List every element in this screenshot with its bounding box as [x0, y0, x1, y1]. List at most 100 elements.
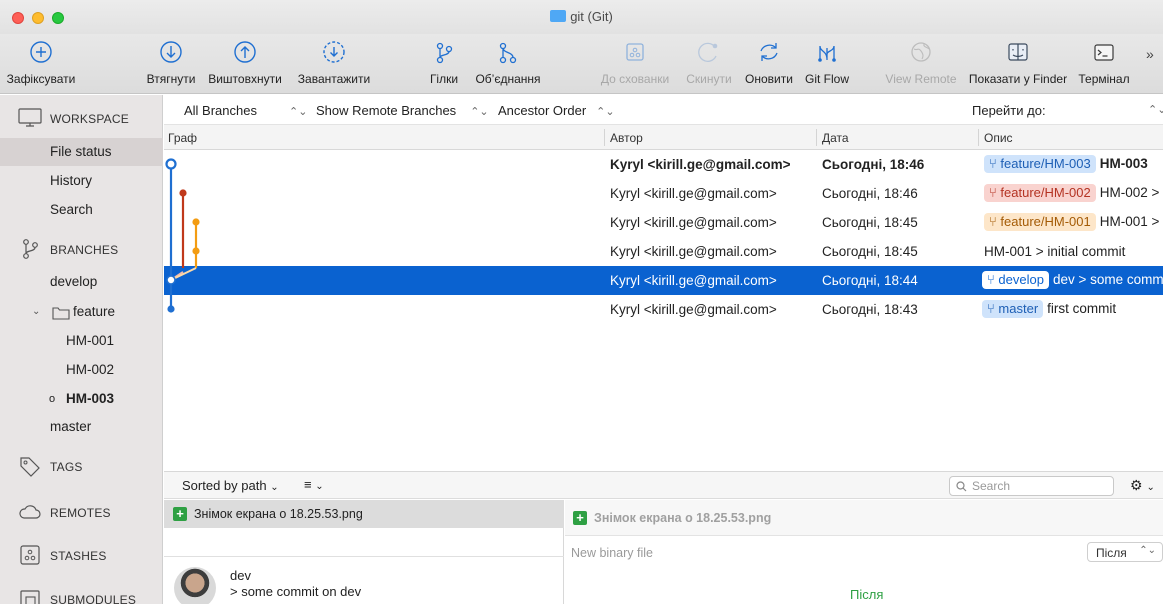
- branch-icon: ⑂: [989, 156, 1001, 171]
- finder-icon: [1008, 43, 1028, 61]
- graph-node[interactable]: [192, 218, 200, 226]
- commit-row[interactable]: Kyryl <kirill.ge@gmail.com> Сьогодні, 18…: [164, 150, 1163, 179]
- commit-row[interactable]: Kyryl <kirill.ge@gmail.com> Сьогодні, 18…: [164, 237, 1163, 266]
- sidebar-section-tags[interactable]: TAGS: [0, 453, 163, 479]
- remote-branches-select[interactable]: Show Remote Branches ⌃⌄: [316, 103, 489, 118]
- push-up-arrow-icon: [234, 41, 256, 63]
- branch-tag[interactable]: ⑂ develop: [982, 271, 1049, 289]
- diff-header: + Знімок екрана о 18.25.53.png: [565, 500, 1163, 536]
- column-header-author[interactable]: Автор: [610, 131, 643, 145]
- folder-icon: [550, 10, 567, 22]
- toolbar-overflow-button[interactable]: »: [1146, 46, 1154, 62]
- sidebar-section-stashes[interactable]: STASHES: [0, 542, 163, 568]
- merge-button[interactable]: Об’єднання: [470, 38, 546, 86]
- discard-icon: [698, 42, 718, 62]
- branch-icon: [436, 42, 453, 64]
- commit-row[interactable]: Kyryl <kirill.ge@gmail.com> Сьогодні, 18…: [164, 179, 1163, 208]
- filter-bar: All Branches ⌃⌄ Show Remote Branches ⌃⌄ An…: [164, 95, 1163, 125]
- git-flow-icon: [818, 45, 836, 62]
- diff-pane: + Знімок екрана о 18.25.53.png New binar…: [565, 500, 1163, 604]
- column-header-graph[interactable]: Граф: [168, 131, 197, 145]
- git-flow-button[interactable]: Git Flow: [800, 38, 854, 86]
- graph-node[interactable]: [192, 247, 200, 255]
- graph-node[interactable]: [167, 305, 175, 313]
- updown-chevron-icon: ⌃⌄: [1139, 545, 1156, 556]
- pull-button[interactable]: Втягнути: [140, 38, 202, 86]
- folder-icon: [52, 307, 70, 320]
- show-in-finder-button[interactable]: Показати у Finder: [966, 38, 1070, 86]
- branch-tag[interactable]: ⑂ feature/HM-002: [984, 184, 1096, 202]
- updown-chevron-icon[interactable]: ⌃⌄: [1148, 103, 1163, 116]
- sidebar-item-history[interactable]: History: [0, 167, 163, 195]
- search-input[interactable]: Search: [949, 476, 1114, 496]
- order-select[interactable]: Ancestor Order ⌃⌄: [498, 103, 615, 118]
- commit-list: Kyryl <kirill.ge@gmail.com> Сьогодні, 18…: [164, 150, 1163, 470]
- sort-select[interactable]: Sorted by path ⌄: [182, 478, 279, 493]
- sidebar-section-submodules[interactable]: SUBMODULES: [0, 586, 163, 604]
- branch-icon: ⑂: [989, 214, 1001, 229]
- column-divider[interactable]: [816, 129, 817, 146]
- commit-button[interactable]: Зафіксувати: [6, 38, 76, 86]
- commit-plus-icon: [30, 41, 52, 63]
- sidebar-item-branch-master[interactable]: master: [0, 413, 163, 441]
- diff-view-select[interactable]: Після ⌃⌄: [1087, 542, 1163, 562]
- branch-icon: ⑂: [987, 301, 999, 316]
- added-file-icon: +: [573, 511, 587, 525]
- commit-row[interactable]: Kyryl <kirill.ge@gmail.com> Сьогодні, 18…: [164, 208, 1163, 237]
- view-mode-select[interactable]: ≡ ⌄: [304, 477, 324, 492]
- column-divider[interactable]: [604, 129, 605, 146]
- column-header-description[interactable]: Опис: [984, 131, 1013, 145]
- chevron-down-icon: ⌄: [270, 482, 279, 493]
- list-icon: ≡: [304, 477, 312, 492]
- sidebar: WORKSPACE File status History Search BRA…: [0, 95, 163, 604]
- sidebar-section-branches[interactable]: BRANCHES: [0, 236, 163, 262]
- fetch-button[interactable]: Завантажити: [292, 38, 376, 86]
- refresh-button[interactable]: Оновити: [740, 38, 798, 86]
- column-divider[interactable]: [978, 129, 979, 146]
- window-title: git (Git): [0, 9, 1163, 24]
- sidebar-item-search[interactable]: Search: [0, 196, 163, 224]
- graph-node[interactable]: [179, 189, 187, 197]
- sidebar-section-workspace[interactable]: WORKSPACE: [0, 105, 163, 131]
- branch-tag[interactable]: ⑂ feature/HM-003: [984, 155, 1096, 173]
- discard-button[interactable]: Скинути: [680, 38, 738, 86]
- sidebar-item-branch-hm-003[interactable]: o HM-003: [0, 385, 163, 413]
- graph-node[interactable]: [166, 275, 176, 285]
- sidebar-item-branch-hm-002[interactable]: HM-002: [0, 356, 163, 384]
- column-header-date[interactable]: Дата: [822, 131, 849, 145]
- sidebar-item-folder-feature[interactable]: ⌄ feature: [0, 298, 163, 326]
- branches-filter-select[interactable]: All Branches ⌃⌄: [184, 103, 307, 118]
- toolbar: Зафіксувати Втягнути Виштовхнути Заванта…: [0, 34, 1163, 94]
- fetch-icon: [323, 41, 345, 63]
- sidebar-item-branch-hm-001[interactable]: HM-001: [0, 327, 163, 355]
- stash-button[interactable]: До схованки: [594, 38, 676, 86]
- title-bar: git (Git): [0, 0, 1163, 34]
- files-toolbar: Sorted by path ⌄ ≡ ⌄ Search ⚙ ⌄: [164, 471, 1163, 499]
- view-remote-button[interactable]: View Remote: [880, 38, 962, 86]
- current-branch-icon: o: [49, 393, 56, 405]
- cloud-icon: [19, 505, 41, 519]
- added-file-icon: +: [173, 507, 187, 521]
- terminal-button[interactable]: Термінал: [1072, 38, 1136, 86]
- push-button[interactable]: Виштовхнути: [206, 38, 284, 86]
- search-icon: [956, 481, 967, 492]
- commit-summary: dev > some commit on dev: [164, 556, 564, 604]
- stash-icon: [626, 43, 644, 61]
- branch-icon: ⑂: [987, 272, 999, 287]
- branch-tag[interactable]: ⑂ feature/HM-001: [984, 213, 1096, 231]
- gear-icon[interactable]: ⚙ ⌄: [1130, 477, 1155, 494]
- sidebar-item-file-status[interactable]: File status: [0, 138, 163, 166]
- branch-tag[interactable]: ⑂ master: [982, 300, 1044, 318]
- sidebar-item-branch-develop[interactable]: develop: [0, 268, 163, 296]
- commit-row-selected[interactable]: Kyryl <kirill.ge@gmail.com> Сьогодні, 18…: [164, 266, 1163, 295]
- chevron-down-icon: ⌄: [315, 481, 324, 492]
- chevron-down-icon[interactable]: ⌄: [32, 306, 40, 317]
- file-list-item[interactable]: + Знімок екрана о 18.25.53.png: [164, 500, 564, 528]
- branch-button[interactable]: Гілки: [424, 38, 464, 86]
- commit-row[interactable]: Kyryl <kirill.ge@gmail.com> Сьогодні, 18…: [164, 295, 1163, 324]
- sidebar-section-remotes[interactable]: REMOTES: [0, 499, 163, 525]
- graph-head-node[interactable]: [165, 158, 177, 170]
- commit-graph: [165, 158, 200, 313]
- jump-to-select[interactable]: Перейти до:: [972, 103, 1046, 118]
- pull-down-arrow-icon: [160, 41, 182, 63]
